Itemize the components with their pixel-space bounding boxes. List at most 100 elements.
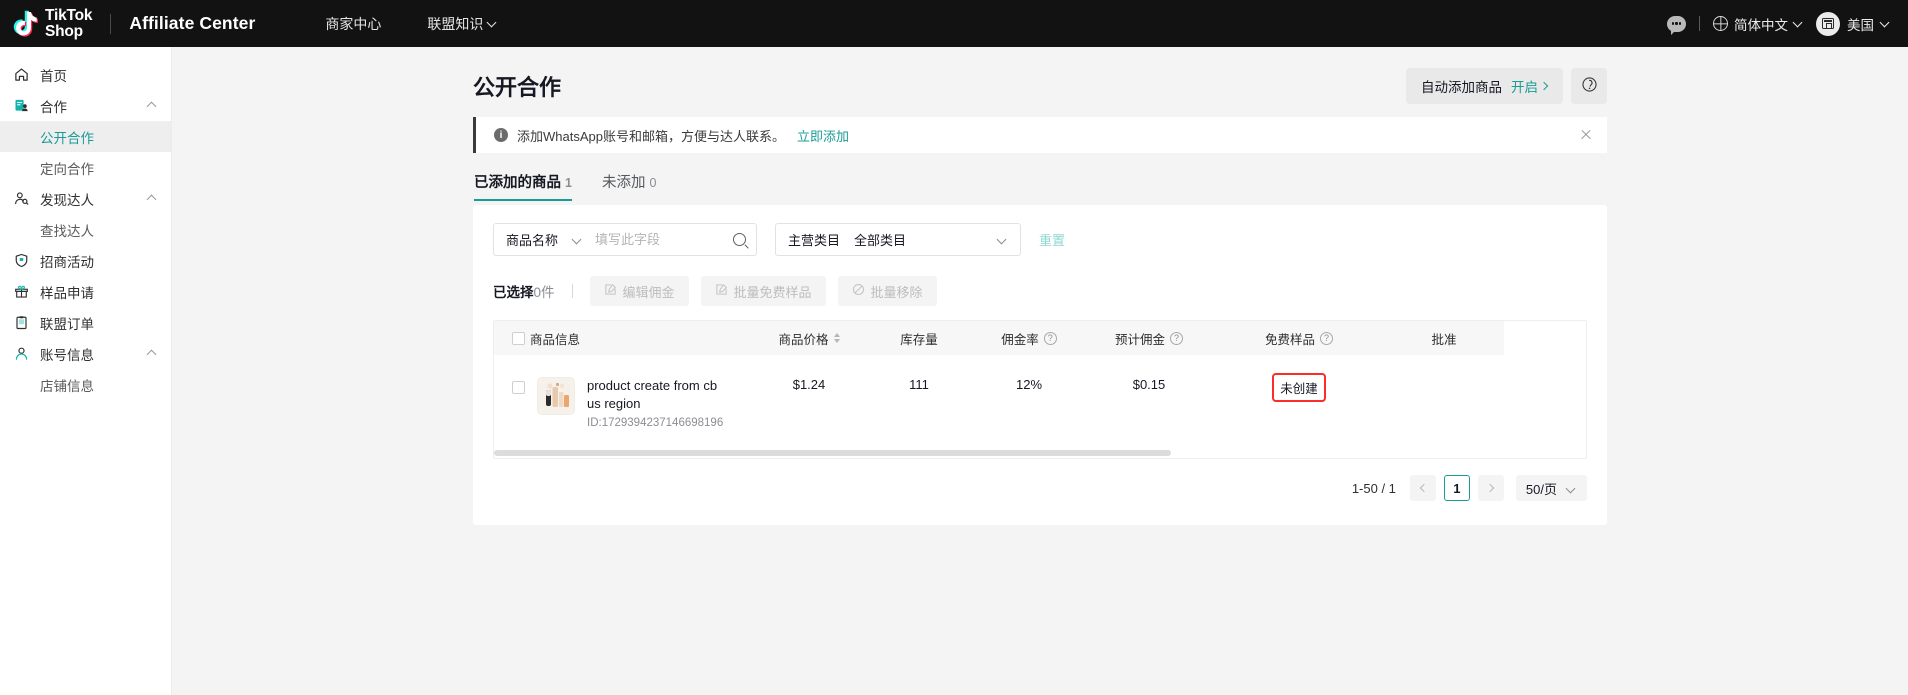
sidebar-item-campaigns[interactable]: 招商活动 [0, 245, 171, 276]
globe-icon [1713, 16, 1728, 31]
selected-number: 0 [534, 285, 542, 300]
th-product-info: 商品信息 [494, 321, 754, 355]
chat-bubble-icon[interactable] [1667, 16, 1686, 32]
cell-product-info: product create from cb us region ID:1729… [494, 355, 754, 449]
sidebar-item-discover-creators[interactable]: 发现达人 [0, 183, 171, 214]
top-nav-links: 商家中心 联盟知识 [325, 14, 497, 34]
tab-count: 1 [565, 176, 572, 190]
tab-added-products[interactable]: 已添加的商品 1 [474, 171, 572, 201]
edit-commission-button[interactable]: 编辑佣金 [590, 276, 689, 306]
th-label: 佣金率 [1001, 329, 1039, 348]
cell-price: $1.24 [754, 355, 864, 449]
th-label: 免费样品 [1265, 329, 1315, 348]
logo-text-shop: Shop [45, 24, 92, 40]
topnav-label: 商家中心 [325, 14, 381, 34]
language-label: 简体中文 [1734, 14, 1788, 34]
status-badge[interactable]: 未创建 [1274, 375, 1324, 400]
topnav-item-affiliate-knowledge[interactable]: 联盟知识 [427, 14, 497, 34]
row-checkbox[interactable] [512, 381, 525, 394]
close-icon[interactable] [1578, 127, 1594, 143]
prev-page-button[interactable] [1410, 475, 1436, 501]
sidebar-label: 店铺信息 [40, 375, 94, 395]
product-price: $1.24 [793, 377, 826, 392]
tiktok-shop-logo[interactable]: TikTok Shop [12, 8, 92, 40]
cell-stock: 111 [864, 355, 974, 449]
table-header-row: 商品信息 商品价格 [494, 321, 1504, 355]
category-select[interactable]: 主营类目 全部类目 [775, 223, 1021, 256]
chevron-down-icon[interactable] [572, 234, 583, 245]
reset-button[interactable]: 重置 [1039, 230, 1065, 249]
topnav-item-seller-center[interactable]: 商家中心 [325, 14, 381, 34]
help-icon[interactable]: ? [1320, 332, 1333, 345]
action-divider [572, 284, 573, 298]
products-table: 商品信息 商品价格 [494, 321, 1504, 449]
chevron-up-icon [148, 349, 157, 358]
sidebar-item-account-info[interactable]: 账号信息 [0, 338, 171, 369]
lightbulb-help-icon [1581, 76, 1598, 96]
sidebar-item-sample-requests[interactable]: 样品申请 [0, 276, 171, 307]
sidebar-label: 公开合作 [40, 127, 94, 147]
tab-label: 已添加的商品 [474, 171, 561, 192]
horizontal-scrollbar[interactable] [494, 449, 1586, 458]
bulk-free-sample-button[interactable]: 批量免费样品 [701, 276, 826, 306]
product-commission-rate: 12% [1016, 377, 1042, 392]
sidebar-item-home[interactable]: 首页 [0, 59, 171, 90]
sidebar-item-shop-info[interactable]: 店铺信息 [0, 369, 171, 400]
pagination: 1-50 / 1 1 50/页 [493, 475, 1587, 501]
bulk-remove-button[interactable]: 批量移除 [838, 276, 937, 306]
region-label: 美国 [1847, 14, 1874, 34]
clipboard-icon [13, 315, 30, 330]
help-tips-button[interactable] [1571, 68, 1607, 104]
sidebar-item-collaboration[interactable]: 合作 [0, 90, 171, 121]
topbar-divider [1699, 16, 1700, 31]
th-label: 库存量 [900, 329, 938, 348]
tab-count: 0 [649, 176, 656, 190]
sidebar-label: 招商活动 [40, 251, 94, 271]
product-id: ID:1729394237146698196 [587, 417, 729, 429]
region-selector[interactable]: 美国 [1816, 12, 1890, 36]
product-name[interactable]: product create from cb us region [587, 377, 729, 412]
next-page-button[interactable] [1478, 475, 1504, 501]
person-icon [13, 346, 30, 361]
auto-add-products-button[interactable]: 自动添加商品 开启 [1406, 68, 1563, 104]
product-stock: 111 [909, 377, 929, 392]
banner-add-now-link[interactable]: 立即添加 [797, 126, 849, 145]
language-selector[interactable]: 简体中文 [1713, 14, 1803, 34]
page-title: 公开合作 [473, 70, 561, 102]
page-number-button[interactable]: 1 [1444, 475, 1470, 501]
app-title: Affiliate Center [129, 13, 255, 34]
scrollbar-thumb[interactable] [494, 450, 1171, 456]
sidebar-item-find-creators[interactable]: 查找达人 [0, 214, 171, 245]
th-price: 商品价格 [754, 321, 864, 355]
products-table-container: 商品信息 商品价格 [493, 320, 1587, 459]
sidebar-item-affiliate-orders[interactable]: 联盟订单 [0, 307, 171, 338]
products-card: 商品名称 主营类目 全部类目 重置 已选择0件 [473, 205, 1607, 525]
page-header-actions: 自动添加商品 开启 [1406, 68, 1607, 104]
product-tabs: 已添加的商品 1 未添加 0 [473, 171, 1607, 205]
sidebar-item-targeted-collaboration[interactable]: 定向合作 [0, 152, 171, 183]
th-free-sample: 免费样品 ? [1214, 321, 1384, 355]
help-icon[interactable]: ? [1170, 332, 1183, 345]
th-label: 预计佣金 [1115, 329, 1165, 348]
edit-icon [604, 283, 617, 299]
sidebar: 首页 合作 公开合作 定向合作 [0, 47, 172, 695]
tiktok-note-icon [12, 10, 38, 38]
main-content: 公开合作 自动添加商品 开启 [172, 47, 1908, 695]
search-input[interactable] [595, 232, 725, 247]
selected-suffix: 件 [541, 285, 555, 300]
table-row: product create from cb us region ID:1729… [494, 355, 1504, 449]
product-name-search-field[interactable]: 商品名称 [493, 223, 757, 256]
help-icon[interactable]: ? [1044, 332, 1057, 345]
search-icon[interactable] [733, 233, 746, 246]
page-size-select[interactable]: 50/页 [1516, 475, 1587, 501]
tab-not-added[interactable]: 未添加 0 [602, 171, 656, 201]
chevron-down-icon [488, 19, 497, 28]
chevron-left-icon [1420, 484, 1428, 492]
sidebar-item-public-collaboration[interactable]: 公开合作 [0, 121, 171, 152]
sort-price-icon[interactable] [834, 333, 840, 343]
select-all-checkbox[interactable] [512, 332, 525, 345]
category-value: 全部类目 [854, 230, 906, 249]
gift-icon [13, 284, 30, 299]
cell-estimated-commission: $0.15 [1084, 355, 1214, 449]
info-icon: i [494, 128, 508, 142]
